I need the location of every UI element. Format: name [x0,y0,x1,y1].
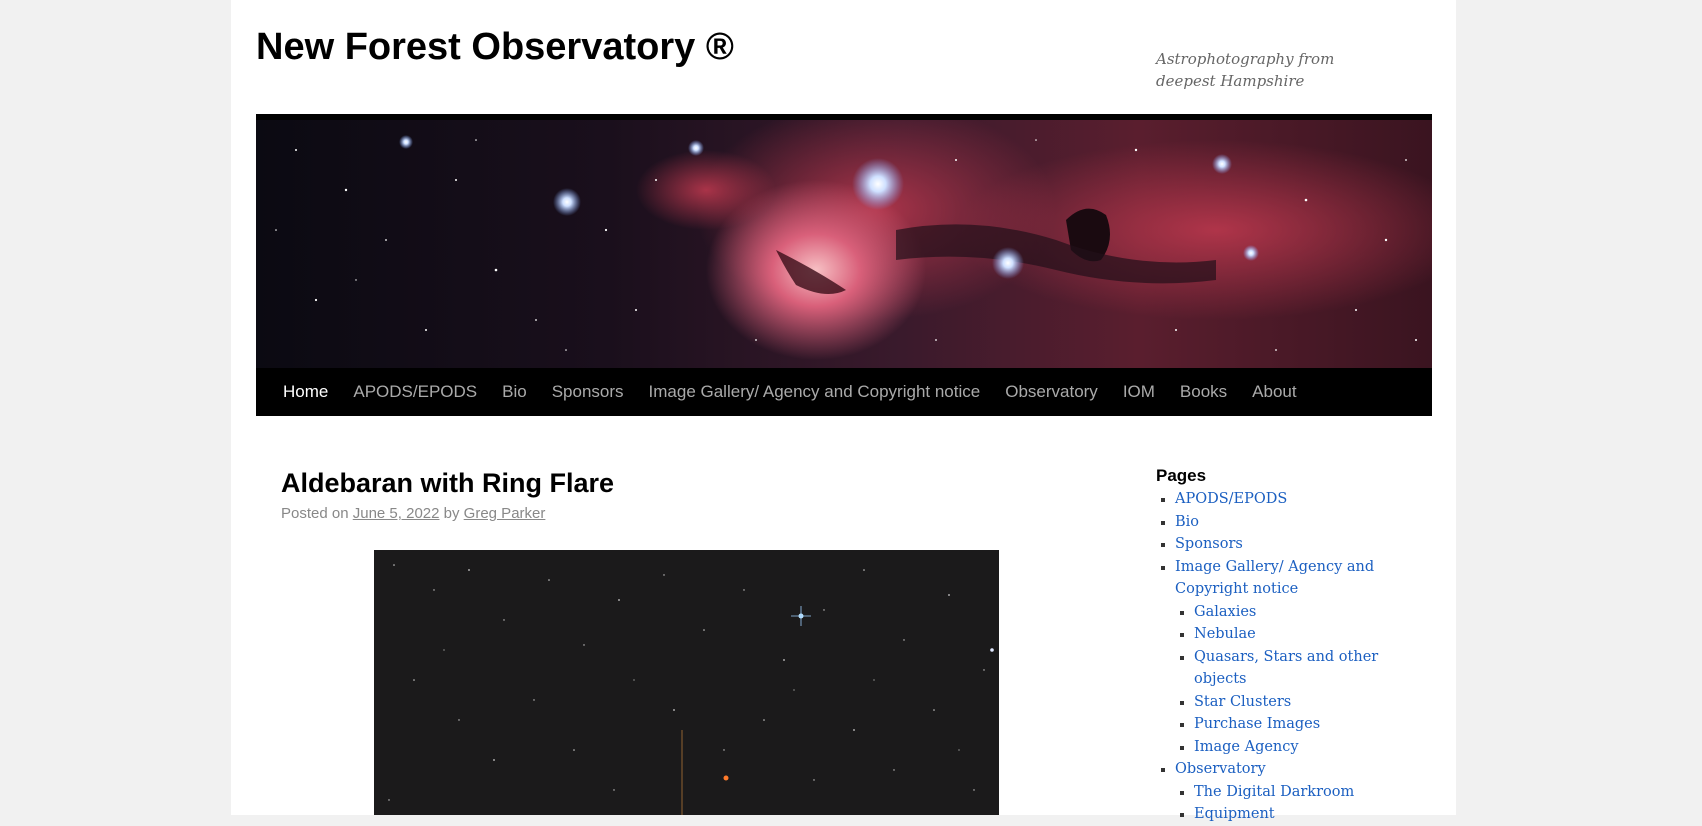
sidebar-link-purchase-images[interactable]: Purchase Images [1194,716,1320,732]
sidebar-link-equipment[interactable]: Equipment [1194,806,1275,822]
post-meta: Posted on June 5, 2022 by Greg Parker [281,505,545,522]
sidebar-link-nebulae[interactable]: Nebulae [1194,626,1256,642]
nav-item-bio[interactable]: Bio [490,368,540,416]
list-item: Purchase Images [1194,713,1406,736]
list-item: Bio [1175,511,1406,534]
starfield-photo-graphic [374,550,999,815]
sidebar-link-image-agency[interactable]: Image Agency [1194,739,1299,755]
list-item: Star Clusters [1194,691,1406,714]
sidebar-heading-pages: Pages [1156,466,1207,485]
sidebar-link-bio[interactable]: Bio [1175,514,1199,530]
sidebar-link-observatory[interactable]: Observatory [1175,761,1266,777]
header-banner-image [256,114,1432,368]
nav-item-observatory[interactable]: Observatory [993,368,1111,416]
nebula-banner-graphic [256,120,1432,368]
by-label: by [443,505,460,522]
sidebar-link-star-clusters[interactable]: Star Clusters [1194,694,1291,710]
sidebar-link-galaxies[interactable]: Galaxies [1194,604,1256,620]
list-item: Galaxies [1194,601,1406,624]
post-date-link[interactable]: June 5, 2022 [353,505,440,522]
main-navigation: Home APODS/EPODS Bio Sponsors Image Gall… [256,368,1432,416]
sidebar-link-apods-epods[interactable]: APODS/EPODS [1175,491,1287,507]
nav-item-image-gallery[interactable]: Image Gallery/ Agency and Copyright noti… [636,368,993,416]
site-title[interactable]: New Forest Observatory ® [256,26,734,69]
sidebar: Pages APODS/EPODS Bio Sponsors Image Gal… [1156,466,1406,826]
pages-list: APODS/EPODS Bio Sponsors Image Gallery/ … [1156,488,1406,826]
list-item: APODS/EPODS [1175,488,1406,511]
sidebar-link-digital-darkroom[interactable]: The Digital Darkroom [1194,784,1354,800]
post-author-link[interactable]: Greg Parker [464,505,546,522]
list-item: Equipment [1194,803,1406,826]
post-title[interactable]: Aldebaran with Ring Flare [281,468,614,499]
nav-item-apods-epods[interactable]: APODS/EPODS [341,368,490,416]
nav-item-iom[interactable]: IOM [1110,368,1167,416]
list-item: Sponsors [1175,533,1406,556]
list-item: The Digital Darkroom [1194,781,1406,804]
nav-item-books[interactable]: Books [1167,368,1239,416]
image-gallery-sublist: Galaxies Nebulae Quasars, Stars and othe… [1175,601,1406,759]
nav-item-home[interactable]: Home [256,368,341,416]
sidebar-link-sponsors[interactable]: Sponsors [1175,536,1243,552]
observatory-sublist: The Digital Darkroom Equipment [1175,781,1406,826]
site-description: Astrophotography from deepest Hampshire [1156,50,1335,90]
list-item: Image Gallery/ Agency and Copyright noti… [1175,556,1406,759]
list-item: Quasars, Stars and other objects [1194,646,1406,691]
list-item: Nebulae [1194,623,1406,646]
page-wrapper: New Forest Observatory ® Astrophotograph… [231,0,1456,822]
sidebar-link-quasars-stars[interactable]: Quasars, Stars and other objects [1194,649,1378,688]
list-item: Image Agency [1194,736,1406,759]
nav-item-about[interactable]: About [1240,368,1309,416]
sidebar-link-image-gallery[interactable]: Image Gallery/ Agency and Copyright noti… [1175,559,1374,598]
posted-on-label: Posted on [281,505,349,522]
nav-item-sponsors[interactable]: Sponsors [539,368,636,416]
post-image[interactable] [374,550,999,815]
list-item: Observatory The Digital Darkroom Equipme… [1175,758,1406,826]
